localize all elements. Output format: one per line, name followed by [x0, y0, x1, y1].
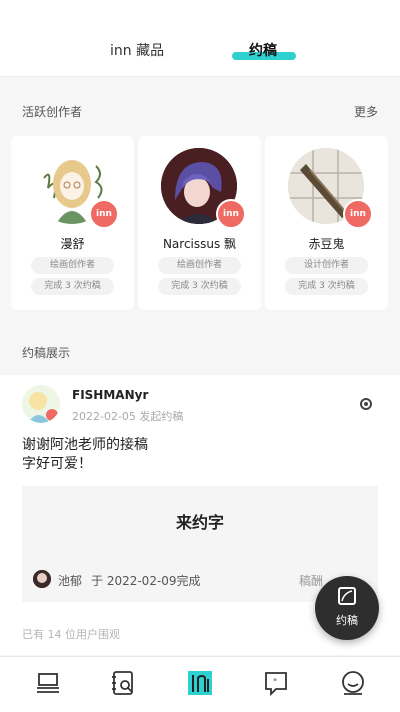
inn-badge-icon: inn	[89, 199, 119, 229]
post-text: 谢谢阿池老师的接稿 字好可爱！	[22, 436, 148, 474]
creator-name: 赤豆鬼	[308, 237, 345, 251]
active-creators-title: 活跃创作者	[22, 105, 83, 119]
tab-inn-collection[interactable]: inn 藏品	[110, 40, 164, 60]
commission-title: 来约字	[175, 513, 224, 532]
post-author-name[interactable]: FISHMANyr	[72, 388, 148, 402]
creator-role-tag: 绘画创作者	[31, 257, 114, 274]
fab-label: 约稿	[336, 614, 358, 627]
view-count: 已有 14 位用户围观	[22, 628, 120, 641]
fee-label: 稿酬	[299, 574, 324, 588]
face-profile-icon[interactable]	[339, 669, 367, 697]
top-tab-bar: inn 藏品 约稿	[0, 0, 400, 77]
post-text-line: 字好可爱！	[22, 456, 92, 472]
creator-completed-tag: 完成 3 次约稿	[285, 278, 368, 295]
artist-avatar	[33, 570, 51, 588]
commission-fab-button[interactable]: 约稿	[315, 576, 379, 640]
showcase-title: 约稿展示	[22, 346, 71, 360]
notebook-search-icon[interactable]	[109, 669, 137, 697]
post-author-avatar[interactable]	[22, 385, 60, 423]
creator-card[interactable]: inn Narcissus 飘 绘画创作者 完成 3 次约稿	[138, 136, 261, 310]
creator-name: Narcissus 飘	[162, 237, 237, 251]
inn-badge-icon: inn	[343, 199, 373, 229]
creator-name: 漫舒	[60, 237, 85, 251]
inn-badge-icon: inn	[216, 199, 246, 229]
svg-text:": "	[273, 678, 277, 688]
artist-name[interactable]: 池郁	[58, 572, 82, 589]
post-text-line: 谢谢阿池老师的接稿	[22, 437, 148, 453]
creator-completed-tag: 完成 3 次约稿	[31, 278, 114, 295]
home-icon[interactable]	[34, 669, 62, 697]
creator-card[interactable]: inn 漫舒 绘画创作者 完成 3 次约稿	[11, 136, 134, 310]
creator-completed-tag: 完成 3 次约稿	[158, 278, 241, 295]
tab-commission[interactable]: 约稿	[249, 40, 277, 60]
inn-logo-icon[interactable]	[186, 669, 214, 697]
creator-role-tag: 绘画创作者	[158, 257, 241, 274]
bottom-navigation: "	[0, 656, 400, 712]
post-more-icon[interactable]	[360, 398, 372, 410]
creator-card[interactable]: inn 赤豆鬼 设计创作者 完成 3 次约稿	[265, 136, 388, 310]
quote-chat-icon[interactable]: "	[262, 669, 290, 697]
creator-role-tag: 设计创作者	[285, 257, 368, 274]
more-creators-link[interactable]: 更多	[354, 103, 378, 120]
completion-date: 于 2022-02-09完成	[91, 574, 201, 588]
edit-square-icon	[338, 587, 356, 605]
post-date: 2022-02-05 发起约稿	[72, 410, 184, 423]
